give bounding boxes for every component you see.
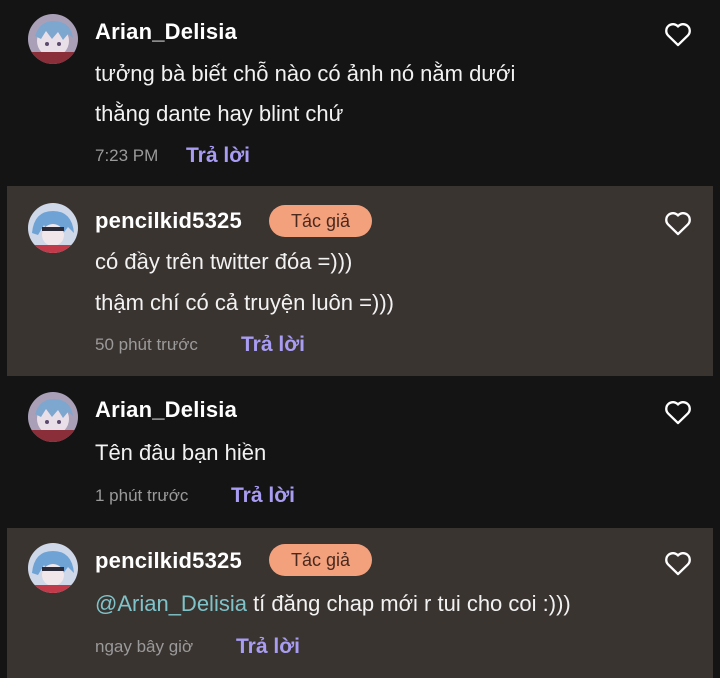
heart-outline-icon[interactable]	[664, 399, 692, 425]
comment-username[interactable]: pencilkid5325	[95, 548, 242, 574]
heart-outline-icon[interactable]	[664, 210, 692, 236]
comment-item: pencilkid5325 Tác giả có đầy trên twitte…	[7, 186, 713, 376]
author-badge: Tác giả	[269, 205, 373, 237]
comment-item: Arian_Delisia Tên đâu bạn hiền 1 phút tr…	[0, 376, 720, 528]
avatar[interactable]	[28, 543, 78, 593]
comment-text-line: thằng dante hay blint chứ	[95, 101, 344, 126]
comment-text-line: Tên đâu bạn hiền	[95, 440, 267, 465]
user-mention[interactable]: @Arian_Delisia	[95, 591, 247, 616]
comment-username[interactable]: Arian_Delisia	[95, 397, 237, 423]
comment-text-line: thậm chí có cả truyện luôn =)))	[95, 290, 394, 315]
avatar[interactable]	[28, 392, 78, 442]
comment-timestamp: 7:23 PM	[95, 146, 159, 165]
comment-timestamp: 1 phút trước	[95, 486, 189, 505]
avatar[interactable]	[28, 203, 78, 253]
author-badge: Tác giả	[269, 544, 373, 576]
comment-username[interactable]: Arian_Delisia	[95, 19, 237, 45]
reply-button[interactable]: Trả lời	[241, 333, 305, 357]
reply-button[interactable]: Trả lời	[231, 484, 295, 508]
comment-username[interactable]: pencilkid5325	[95, 208, 242, 234]
reply-button[interactable]: Trả lời	[236, 635, 300, 659]
comment-timestamp: ngay bây giờ	[95, 637, 194, 656]
avatar[interactable]	[28, 14, 78, 64]
comment-text-line: có đầy trên twitter đóa =)))	[95, 249, 353, 274]
reply-button[interactable]: Trả lời	[186, 144, 250, 168]
comment-timestamp: 50 phút trước	[95, 335, 198, 354]
heart-outline-icon[interactable]	[664, 550, 692, 576]
comment-item: Arian_Delisia tưởng bà biết chỗ nào có ả…	[0, 0, 720, 186]
heart-outline-icon[interactable]	[664, 21, 692, 47]
comment-text: tí đăng chap mới r tui cho coi :)))	[246, 591, 571, 616]
comment-text-line: @Arian_Delisia tí đăng chap mới r tui ch…	[95, 591, 571, 617]
comment-text-line: tưởng bà biết chỗ nào có ảnh nó nằm dưới	[95, 61, 516, 86]
comment-item: pencilkid5325 Tác giả @Arian_Delisia tí …	[7, 528, 713, 678]
